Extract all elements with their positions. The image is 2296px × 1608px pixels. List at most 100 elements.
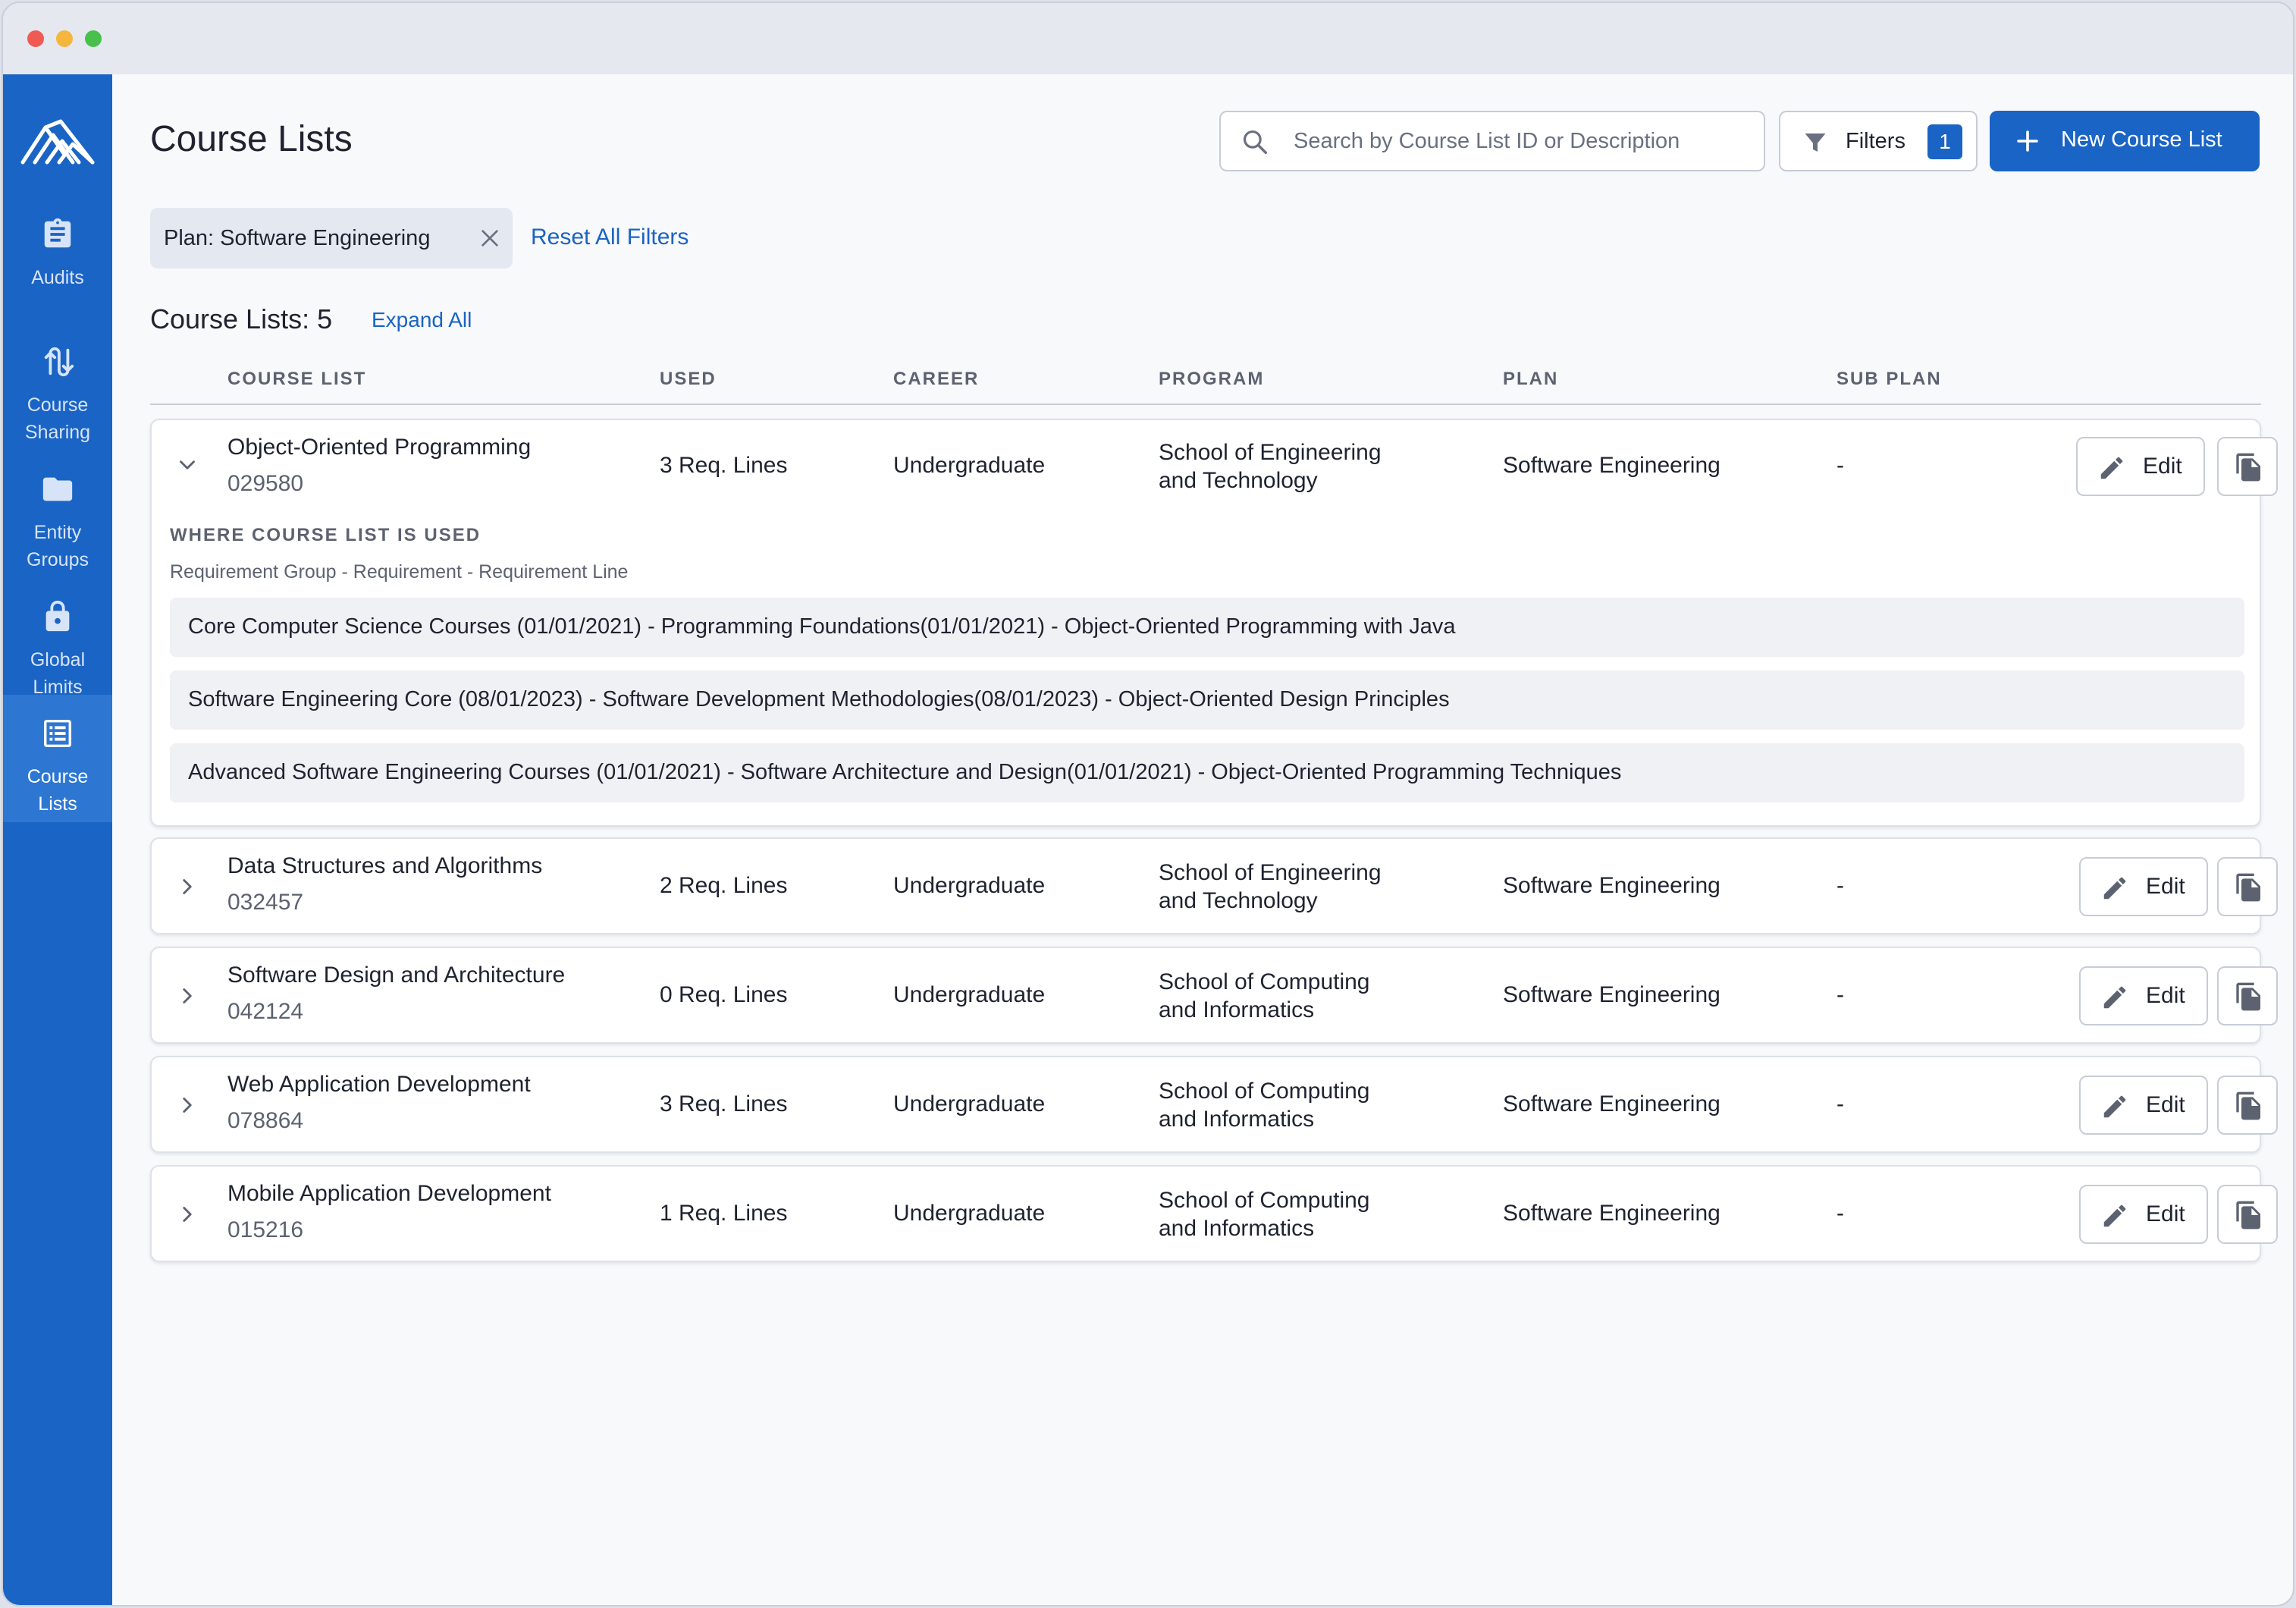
chevron-down-icon[interactable]: [174, 452, 200, 478]
edit-label: Edit: [2146, 1201, 2185, 1226]
sidebar-item-course-lists[interactable]: Course Lists: [3, 695, 112, 822]
plan: Software Engineering: [1503, 453, 1720, 478]
usage-entry: Advanced Software Engineering Courses (0…: [170, 743, 2244, 802]
chevron-right-icon[interactable]: [174, 1092, 200, 1118]
course-list-name[interactable]: Data Structures and Algorithms: [227, 853, 542, 880]
usage-entry-text: Advanced Software Engineering Courses (0…: [188, 760, 1622, 784]
edit-button[interactable]: Edit: [2079, 857, 2208, 916]
table-row: Mobile Application Development 015216 1 …: [150, 1165, 2278, 1262]
program: School of Computing and Informatics: [1159, 1186, 1432, 1242]
filter-icon: [1805, 133, 1826, 152]
program: School of Computing and Informatics: [1159, 968, 1432, 1024]
sidebar-item-label: Course Lists: [27, 766, 89, 815]
close-window-button[interactable]: [27, 30, 44, 47]
column-header-program: PROGRAM: [1159, 369, 1265, 389]
usage-entry: Core Computer Science Courses (01/01/202…: [170, 598, 2244, 657]
sidebar-item-entity-groups[interactable]: Entity Groups: [3, 451, 112, 578]
close-icon[interactable]: [478, 226, 502, 250]
course-list-id: 042124: [227, 999, 304, 1024]
column-header-plan: PLAN: [1503, 369, 1559, 389]
program-line-1: School of Computing: [1159, 1188, 1370, 1213]
plan: Software Engineering: [1503, 1091, 1720, 1116]
edit-button[interactable]: Edit: [2076, 437, 2205, 496]
new-course-list-button[interactable]: New Course List: [1990, 111, 2260, 171]
plan: Software Engineering: [1503, 873, 1720, 898]
chevron-right-icon[interactable]: [174, 874, 200, 900]
minimize-window-button[interactable]: [56, 30, 73, 47]
sidebar-item-global-limits[interactable]: Global Limits: [3, 578, 112, 705]
search-box[interactable]: [1219, 111, 1765, 171]
filters-count-badge: 1: [1927, 124, 1962, 159]
program-line-1: School of Engineering: [1159, 860, 1382, 885]
edit-label: Edit: [2146, 874, 2185, 899]
search-input[interactable]: [1294, 124, 1749, 158]
count-label: Course Lists:: [150, 303, 310, 334]
copy-button[interactable]: [2217, 437, 2278, 496]
used-count: 3 Req. Lines: [660, 1091, 788, 1116]
folder-icon: [42, 477, 73, 501]
course-sharing-icon: [44, 347, 74, 377]
sidebar-item-course-sharing[interactable]: Course Sharing: [3, 323, 112, 451]
title-bar: [3, 3, 2293, 74]
course-list-id: 015216: [227, 1217, 304, 1242]
sub-plan: -: [1836, 1201, 1844, 1226]
sidebar: Audits Course Sharing Entity Groups Glob…: [3, 74, 112, 1605]
filter-chip-label: Plan: Software Engineering: [164, 226, 431, 250]
count-value: 5: [317, 303, 333, 334]
pencil-icon: [2100, 457, 2123, 479]
sidebar-item-audits[interactable]: Audits: [3, 196, 112, 323]
used-count: 2 Req. Lines: [660, 873, 788, 898]
usage-entry-text: Core Computer Science Courses (01/01/202…: [188, 614, 1456, 639]
plus-icon: [2017, 130, 2038, 152]
filters-button[interactable]: Filters 1: [1779, 111, 1978, 171]
course-list-name[interactable]: Object-Oriented Programming: [227, 434, 531, 461]
copy-icon: [2236, 453, 2260, 482]
mountain-logo[interactable]: [20, 114, 96, 167]
chevron-right-icon[interactable]: [174, 1201, 200, 1227]
course-list-name[interactable]: Web Application Development: [227, 1071, 531, 1098]
edit-button[interactable]: Edit: [2079, 1185, 2208, 1244]
table-row: Software Design and Architecture 042124 …: [150, 947, 2278, 1044]
expand-all-link[interactable]: Expand All: [372, 308, 472, 332]
copy-button[interactable]: [2217, 966, 2278, 1025]
usage-entry-text: Software Engineering Core (08/01/2023) -…: [188, 687, 1450, 711]
list-icon: [43, 719, 72, 748]
lock-icon: [45, 600, 70, 632]
career: Undergraduate: [893, 453, 1046, 478]
reset-filters-link[interactable]: Reset All Filters: [531, 225, 688, 250]
course-list-id: 029580: [227, 471, 304, 496]
sub-plan: -: [1836, 453, 1844, 478]
program-line-2: and Informatics: [1159, 997, 1315, 1022]
copy-icon: [2236, 873, 2260, 902]
maximize-window-button[interactable]: [85, 30, 102, 47]
used-count: 0 Req. Lines: [660, 982, 788, 1007]
clipboard-icon: [44, 218, 71, 248]
table-row: Web Application Development 078864 3 Req…: [150, 1056, 2278, 1153]
sidebar-item-label: Audits: [31, 267, 84, 288]
main-content: Course Lists Filters 1 New Course List P…: [112, 74, 2293, 1605]
edit-button[interactable]: Edit: [2079, 966, 2208, 1025]
edit-button[interactable]: Edit: [2079, 1076, 2208, 1135]
chevron-right-icon[interactable]: [174, 983, 200, 1009]
column-header-career: CAREER: [893, 369, 980, 389]
copy-button[interactable]: [2217, 1076, 2278, 1135]
career: Undergraduate: [893, 1201, 1046, 1226]
course-list-id: 032457: [227, 890, 304, 915]
copy-button[interactable]: [2217, 857, 2278, 916]
table-row: Object-Oriented Programming 029580 3 Req…: [150, 419, 2278, 827]
course-list-count: Course Lists: 5: [150, 303, 332, 335]
edit-label: Edit: [2143, 454, 2182, 479]
pencil-icon: [2103, 986, 2126, 1009]
program-line-1: School of Engineering: [1159, 440, 1382, 465]
page-title: Course Lists: [150, 119, 353, 159]
used-count: 1 Req. Lines: [660, 1201, 788, 1226]
course-list-id: 078864: [227, 1108, 304, 1133]
course-list-name[interactable]: Software Design and Architecture: [227, 962, 565, 989]
new-course-list-label: New Course List: [2061, 127, 2222, 152]
pencil-icon: [2103, 1204, 2126, 1227]
career: Undergraduate: [893, 982, 1046, 1007]
program-line-1: School of Computing: [1159, 1079, 1370, 1104]
copy-button[interactable]: [2217, 1185, 2278, 1244]
course-list-name[interactable]: Mobile Application Development: [227, 1180, 551, 1208]
column-header-used: USED: [660, 369, 717, 389]
